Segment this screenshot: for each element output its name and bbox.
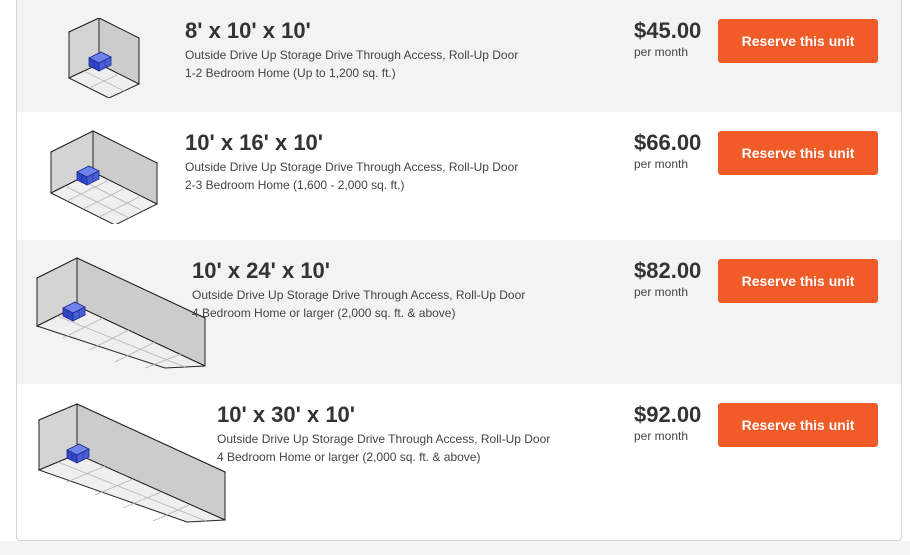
unit-price: $92.00 per month — [634, 403, 701, 444]
unit-price-amount: $66.00 — [634, 130, 702, 155]
storage-unit-8x10-icon — [67, 18, 141, 98]
unit-features: Outside Drive Up Storage Drive Through A… — [217, 432, 551, 446]
unit-price-period: per month — [634, 429, 689, 443]
unit-features: Outside Drive Up Storage Drive Through A… — [185, 160, 519, 174]
unit-row: 10' x 24' x 10' Outside Drive Up Storage… — [17, 240, 901, 384]
unit-features: Outside Drive Up Storage Drive Through A… — [185, 48, 519, 62]
reserve-unit-button[interactable]: Reserve this unit — [718, 19, 878, 63]
unit-size: 10' x 24' x 10' — [192, 258, 331, 283]
unit-size: 10' x 16' x 10' — [185, 130, 324, 155]
unit-features: Outside Drive Up Storage Drive Through A… — [192, 288, 526, 302]
storage-unit-10x24-icon — [35, 257, 207, 369]
unit-price: $82.00 per month — [634, 259, 701, 300]
unit-info: 10' x 16' x 10' Outside Drive Up Storage… — [185, 131, 518, 194]
reserve-unit-button[interactable]: Reserve this unit — [718, 403, 878, 447]
reserve-unit-button[interactable]: Reserve this unit — [718, 259, 878, 303]
unit-row: 10' x 30' x 10' Outside Drive Up Storage… — [17, 384, 901, 540]
storage-unit-10x16-icon — [49, 130, 159, 224]
unit-price-amount: $92.00 — [634, 402, 702, 427]
unit-fits: 2-3 Bedroom Home (1,600 - 2,000 sq. ft.) — [185, 178, 405, 192]
unit-info: 8' x 10' x 10' Outside Drive Up Storage … — [185, 19, 518, 82]
unit-price-amount: $45.00 — [634, 18, 702, 43]
unit-list-panel: 8' x 10' x 10' Outside Drive Up Storage … — [16, 0, 902, 541]
storage-unit-10x30-icon — [37, 403, 227, 523]
unit-fits: 1-2 Bedroom Home (Up to 1,200 sq. ft.) — [185, 66, 396, 80]
unit-price: $45.00 per month — [634, 19, 701, 60]
unit-price-amount: $82.00 — [634, 258, 702, 283]
unit-price-period: per month — [634, 157, 689, 171]
reserve-unit-button[interactable]: Reserve this unit — [718, 131, 878, 175]
page-bottom-strip — [0, 541, 910, 555]
unit-price-period: per month — [634, 45, 689, 59]
unit-row: 8' x 10' x 10' Outside Drive Up Storage … — [17, 0, 901, 112]
unit-fits: 4 Bedroom Home or larger (2,000 sq. ft. … — [217, 450, 481, 464]
unit-fits: 4 Bedroom Home or larger (2,000 sq. ft. … — [192, 306, 456, 320]
unit-price: $66.00 per month — [634, 131, 701, 172]
unit-size: 8' x 10' x 10' — [185, 18, 311, 43]
unit-price-period: per month — [634, 285, 689, 299]
unit-row: 10' x 16' x 10' Outside Drive Up Storage… — [17, 112, 901, 240]
unit-size: 10' x 30' x 10' — [217, 402, 356, 427]
unit-info: 10' x 30' x 10' Outside Drive Up Storage… — [217, 403, 550, 466]
unit-info: 10' x 24' x 10' Outside Drive Up Storage… — [192, 259, 525, 322]
